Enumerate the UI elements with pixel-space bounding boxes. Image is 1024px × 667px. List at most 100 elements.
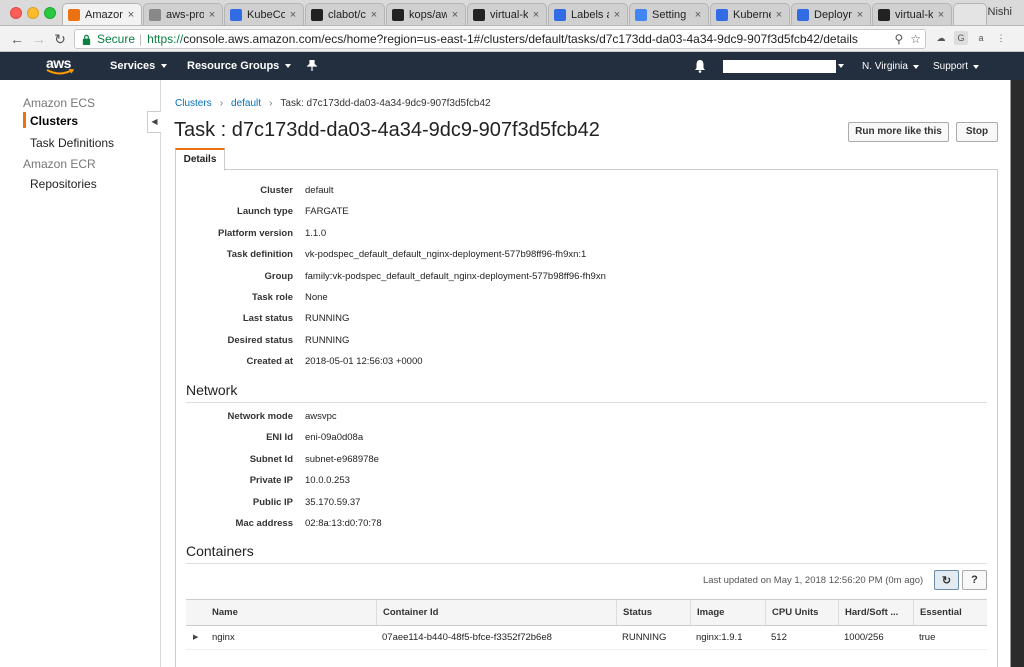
- detail-value[interactable]: default: [305, 185, 334, 196]
- document-icon: [149, 9, 161, 21]
- url-text: console.aws.amazon.com/ecs/home?region=u…: [183, 32, 858, 46]
- support-menu[interactable]: Support: [933, 61, 980, 72]
- browser-tab[interactable]: Kubernetes×: [710, 3, 790, 25]
- close-icon[interactable]: ×: [693, 9, 703, 21]
- table-row[interactable]: ▶ nginx 07aee114-b440-48f5-bfce-f3352f72b6…: [186, 626, 987, 650]
- browser-tab[interactable]: Labels and×: [548, 3, 628, 25]
- column-header[interactable]: Image: [690, 600, 765, 625]
- detail-key: Group: [264, 270, 294, 282]
- kubecon-icon: [230, 9, 242, 21]
- stop-button[interactable]: Stop: [956, 122, 998, 142]
- kubernetes-icon: [716, 9, 728, 21]
- help-button[interactable]: ?: [962, 570, 987, 590]
- close-icon[interactable]: ×: [531, 9, 541, 21]
- resource-groups-label: Resource Groups: [187, 60, 280, 72]
- region-label: N. Virginia: [862, 61, 908, 72]
- close-icon[interactable]: ×: [288, 9, 298, 21]
- browser-tab[interactable]: Setting up×: [629, 3, 709, 25]
- detail-key: Private IP: [249, 475, 293, 487]
- detail-value: awsvpc: [305, 411, 337, 422]
- account-chevron-down-icon[interactable]: [838, 64, 844, 68]
- extension-aws-icon[interactable]: a: [974, 31, 988, 45]
- back-arrow-icon[interactable]: ←: [8, 30, 26, 48]
- extension-g-icon[interactable]: G: [954, 31, 968, 45]
- reload-icon[interactable]: ↻: [51, 30, 69, 48]
- column-header[interactable]: CPU Units: [765, 600, 838, 625]
- column-header[interactable]: Essential: [913, 600, 987, 625]
- expand-row-icon[interactable]: ▶: [193, 626, 198, 650]
- browser-tab[interactable]: KubeCon×: [224, 3, 304, 25]
- browser-tab[interactable]: Amazon ECS×: [62, 3, 142, 25]
- browser-tab[interactable]: aws-project×: [143, 3, 223, 25]
- column-header[interactable]: Container Id: [376, 600, 616, 625]
- browser-tab-label: Kubernetes: [733, 9, 771, 21]
- detail-value: RUNNING: [305, 334, 350, 346]
- detail-key: Subnet Id: [249, 453, 293, 465]
- browser-tab-label: Amazon ECS: [85, 9, 123, 21]
- detail-value: 02:8a:13:d0:70:78: [305, 518, 382, 529]
- sidebar-item-repositories[interactable]: Repositories: [30, 177, 97, 191]
- url-scheme: https://: [147, 32, 184, 46]
- table-cell: nginx:1.9.1: [696, 632, 743, 643]
- close-icon[interactable]: ×: [369, 9, 379, 21]
- github-icon: [311, 9, 323, 21]
- address-bar[interactable]: Secure | https:// console.aws.amazon.com…: [74, 29, 926, 49]
- resource-groups-menu[interactable]: Resource Groups: [187, 60, 292, 72]
- breadcrumb-clusters[interactable]: Clusters: [175, 98, 212, 109]
- refresh-button[interactable]: ↻: [934, 570, 959, 590]
- sidebar-item-task-definitions[interactable]: Task Definitions: [30, 136, 114, 150]
- sidebar-item-clusters[interactable]: Clusters: [30, 114, 78, 128]
- column-header[interactable]: Hard/Soft ...: [838, 600, 913, 625]
- detail-key: Desired status: [227, 334, 293, 346]
- zoom-icon[interactable]: ⚲: [894, 32, 903, 46]
- bell-icon[interactable]: [694, 59, 706, 73]
- table-cell: 512: [771, 632, 787, 643]
- close-icon[interactable]: ×: [126, 9, 136, 21]
- run-more-like-this-button[interactable]: Run more like this: [848, 122, 949, 142]
- region-selector[interactable]: N. Virginia: [862, 61, 919, 72]
- maximize-window-button[interactable]: [44, 7, 56, 19]
- browser-tab-label: Labels and: [571, 9, 609, 21]
- tab-details[interactable]: Details: [175, 148, 225, 171]
- breadcrumb-chevron-icon: ›: [269, 98, 273, 109]
- browser-tab[interactable]: Deployment×: [791, 3, 871, 25]
- sidebar: Amazon ECS Clusters Task Definitions Ama…: [0, 80, 161, 667]
- collapse-sidebar-icon[interactable]: ◀: [147, 111, 161, 133]
- close-icon[interactable]: ×: [774, 9, 784, 21]
- close-icon[interactable]: ×: [207, 9, 217, 21]
- kubernetes-icon: [554, 9, 566, 21]
- detail-value: 2018-05-01 12:56:03 +0000: [305, 356, 423, 368]
- extension-kebab-icon[interactable]: ⋮: [994, 31, 1008, 45]
- column-header[interactable]: Name: [206, 600, 376, 625]
- breadcrumb-default[interactable]: default: [231, 98, 261, 109]
- profile-name[interactable]: Nishi: [988, 6, 1012, 18]
- extension-cloud-icon[interactable]: ☁: [934, 31, 948, 45]
- new-tab-button[interactable]: [953, 3, 987, 25]
- detail-value[interactable]: vk-podspec_default_default_nginx-deploym…: [305, 249, 586, 260]
- refresh-icon: ↻: [941, 574, 952, 587]
- close-icon[interactable]: ×: [936, 9, 946, 21]
- column-header[interactable]: Status: [616, 600, 690, 625]
- google-icon: [635, 9, 647, 21]
- account-search-field[interactable]: [723, 60, 836, 73]
- browser-tab[interactable]: virtual-ku×: [872, 3, 952, 25]
- aws-logo[interactable]: aws: [44, 55, 76, 77]
- browser-tab[interactable]: kops/aws×: [386, 3, 466, 25]
- containers-heading: Containers: [186, 543, 254, 559]
- close-window-button[interactable]: [10, 7, 22, 19]
- chevron-down-icon: [912, 64, 919, 69]
- detail-key: Launch type: [237, 206, 293, 218]
- close-icon[interactable]: ×: [612, 9, 622, 21]
- star-icon[interactable]: ☆: [910, 32, 921, 46]
- minimize-window-button[interactable]: [27, 7, 39, 19]
- secure-label: Secure: [97, 32, 136, 46]
- forward-arrow-icon[interactable]: →: [30, 30, 48, 48]
- detail-value[interactable]: eni-09a0d08a: [305, 432, 363, 443]
- pin-icon[interactable]: [307, 60, 317, 71]
- browser-tab[interactable]: clabot/cla×: [305, 3, 385, 25]
- close-icon[interactable]: ×: [450, 9, 460, 21]
- services-menu[interactable]: Services: [110, 60, 168, 72]
- browser-tab[interactable]: virtual-ku×: [467, 3, 547, 25]
- close-icon[interactable]: ×: [855, 9, 865, 21]
- browser-tab-label: virtual-ku: [895, 9, 933, 21]
